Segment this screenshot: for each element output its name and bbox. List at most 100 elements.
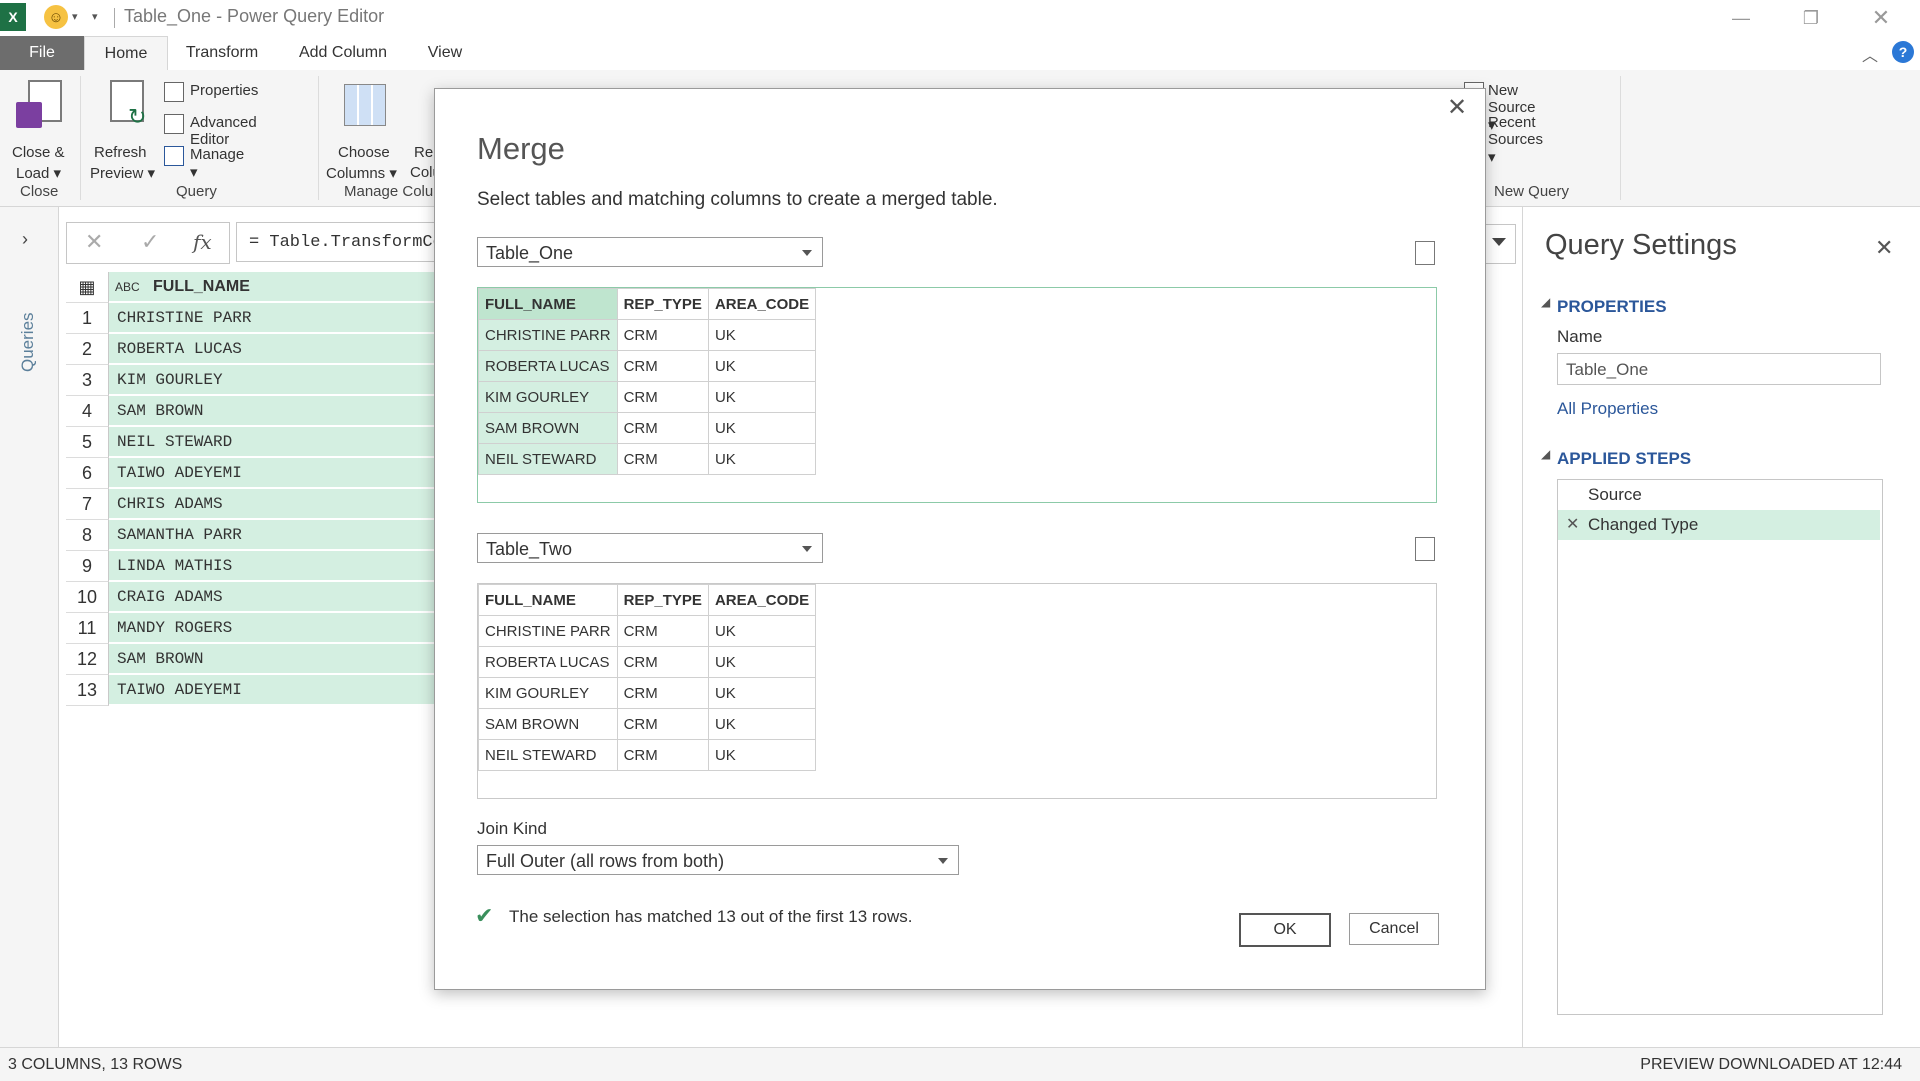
text-type-icon[interactable]: ABC	[115, 272, 140, 302]
tab-transform[interactable]: Transform	[176, 36, 268, 70]
expand-queries-icon[interactable]: ›	[22, 229, 28, 250]
quick-access-customize-icon[interactable]: ▾	[92, 10, 98, 23]
preview-cell[interactable]: UK	[707, 708, 817, 740]
preview-column-header[interactable]: FULL_NAME	[478, 288, 618, 320]
smiley-dropdown-icon[interactable]: ▾	[72, 10, 78, 23]
step-source[interactable]: Source	[1558, 480, 1880, 510]
cell-full-name[interactable]: SAM BROWN	[109, 644, 489, 674]
cell-full-name[interactable]: TAIWO ADEYEMI	[109, 458, 489, 488]
collapse-applied-steps-icon[interactable]: ◢	[1541, 447, 1550, 461]
preview-cell[interactable]: UK	[707, 381, 817, 413]
table-row[interactable]: 6 TAIWO ADEYEMI	[66, 458, 489, 489]
preview-column-header[interactable]: AREA_CODE	[707, 288, 817, 320]
tab-view[interactable]: View	[418, 36, 472, 70]
preview-cell[interactable]: CRM	[616, 381, 709, 413]
preview-cell[interactable]: UK	[707, 677, 817, 709]
preview-cell[interactable]: CRM	[616, 443, 709, 475]
tab-file[interactable]: File	[0, 36, 84, 70]
cell-full-name[interactable]: CRAIG ADAMS	[109, 582, 489, 612]
remove-columns-button[interactable]: Re Colu	[410, 80, 434, 180]
close-query-settings-icon[interactable]: ✕	[1875, 235, 1893, 261]
cell-full-name[interactable]: CHRIS ADAMS	[109, 489, 489, 519]
collapse-properties-icon[interactable]: ◢	[1541, 295, 1550, 309]
queries-pane-label[interactable]: Queries	[18, 312, 38, 372]
cell-full-name[interactable]: LINDA MATHIS	[109, 551, 489, 581]
minimize-icon[interactable]: —	[1718, 4, 1764, 32]
confirm-formula-icon[interactable]: ✓	[141, 229, 159, 255]
refresh-preview-button[interactable]: ↻ Refresh Preview ▾	[88, 80, 168, 182]
preview-cell[interactable]: SAM BROWN	[478, 412, 618, 444]
preview-cell[interactable]: SAM BROWN	[478, 708, 618, 740]
table-row[interactable]: 4 SAM BROWN	[66, 396, 489, 427]
preview-column-header[interactable]: FULL_NAME	[478, 584, 618, 616]
table-menu-icon[interactable]: ▦	[66, 272, 109, 303]
cell-full-name[interactable]: MANDY ROGERS	[109, 613, 489, 643]
table-row[interactable]: 10 CRAIG ADAMS	[66, 582, 489, 613]
cell-full-name[interactable]: SAMANTHA PARR	[109, 520, 489, 550]
close-dialog-icon[interactable]: ✕	[1447, 93, 1467, 122]
preview-cell[interactable]: KIM GOURLEY	[478, 677, 618, 709]
preview-column-header[interactable]: AREA_CODE	[707, 584, 817, 616]
preview-column-header[interactable]: REP_TYPE	[616, 584, 709, 616]
table-row[interactable]: 3 KIM GOURLEY	[66, 365, 489, 396]
smiley-feedback-icon[interactable]: ☺	[44, 5, 68, 29]
formula-input[interactable]: = Table.TransformCo	[236, 222, 446, 262]
preview-cell[interactable]: UK	[707, 350, 817, 382]
collapse-ribbon-icon[interactable]: ︿	[1862, 42, 1878, 66]
preview-cell[interactable]: CHRISTINE PARR	[478, 319, 618, 351]
preview-cell[interactable]: CRM	[616, 677, 709, 709]
preview-cell[interactable]: NEIL STEWARD	[478, 739, 618, 771]
preview-cell[interactable]: UK	[707, 646, 817, 678]
table-row[interactable]: 7 CHRIS ADAMS	[66, 489, 489, 520]
all-properties-link[interactable]: All Properties	[1557, 399, 1658, 419]
preview-cell[interactable]: UK	[707, 615, 817, 647]
preview-cell[interactable]: CRM	[616, 350, 709, 382]
cell-full-name[interactable]: NEIL STEWARD	[109, 427, 489, 457]
step-changed-type[interactable]: ✕ Changed Type	[1558, 510, 1880, 540]
preview-cell[interactable]: KIM GOURLEY	[478, 381, 618, 413]
tab-add-column[interactable]: Add Column	[290, 36, 396, 70]
column-header-full-name[interactable]: ABC FULL_NAME	[109, 272, 489, 302]
cell-full-name[interactable]: SAM BROWN	[109, 396, 489, 426]
preview-cell[interactable]: CRM	[616, 319, 709, 351]
preview-cell[interactable]: UK	[707, 412, 817, 444]
table-row[interactable]: 1 CHRISTINE PARR	[66, 303, 489, 334]
restore-icon[interactable]: ❐	[1788, 4, 1834, 32]
cell-full-name[interactable]: TAIWO ADEYEMI	[109, 675, 489, 705]
table-one-select[interactable]: Table_One	[477, 237, 823, 267]
fx-icon[interactable]: fx	[193, 230, 212, 254]
preview-cell[interactable]: UK	[707, 739, 817, 771]
preview-cell[interactable]: CRM	[616, 615, 709, 647]
preview-cell[interactable]: CRM	[616, 646, 709, 678]
tab-home[interactable]: Home	[84, 36, 168, 71]
table-row[interactable]: 11 MANDY ROGERS	[66, 613, 489, 644]
join-kind-select[interactable]: Full Outer (all rows from both)	[477, 845, 959, 875]
cancel-formula-icon[interactable]: ✕	[85, 229, 103, 255]
preview-cell[interactable]: CRM	[616, 739, 709, 771]
table-row[interactable]: 13 TAIWO ADEYEMI	[66, 675, 489, 706]
refresh-preview-icon[interactable]	[1415, 537, 1435, 561]
preview-cell[interactable]: ROBERTA LUCAS	[478, 646, 618, 678]
preview-cell[interactable]: CRM	[616, 412, 709, 444]
cell-full-name[interactable]: CHRISTINE PARR	[109, 303, 489, 333]
table-row[interactable]: 12 SAM BROWN	[66, 644, 489, 675]
preview-cell[interactable]: UK	[707, 443, 817, 475]
refresh-preview-icon[interactable]	[1415, 241, 1435, 265]
help-icon[interactable]: ?	[1892, 41, 1914, 63]
table-row[interactable]: 5 NEIL STEWARD	[66, 427, 489, 458]
table-row[interactable]: 8 SAMANTHA PARR	[66, 520, 489, 551]
query-name-input[interactable]: Table_One	[1557, 353, 1881, 385]
preview-cell[interactable]: UK	[707, 319, 817, 351]
preview-column-header[interactable]: REP_TYPE	[616, 288, 709, 320]
choose-columns-button[interactable]: Choose Columns ▾	[324, 80, 404, 182]
preview-cell[interactable]: CHRISTINE PARR	[478, 615, 618, 647]
table-two-select[interactable]: Table_Two	[477, 533, 823, 563]
delete-step-icon[interactable]: ✕	[1566, 510, 1579, 540]
close-window-icon[interactable]: ✕	[1858, 4, 1904, 32]
cancel-button[interactable]: Cancel	[1349, 913, 1439, 945]
preview-cell[interactable]: CRM	[616, 708, 709, 740]
table-row[interactable]: 2 ROBERTA LUCAS	[66, 334, 489, 365]
preview-cell[interactable]: ROBERTA LUCAS	[478, 350, 618, 382]
cell-full-name[interactable]: ROBERTA LUCAS	[109, 334, 489, 364]
ok-button[interactable]: OK	[1239, 913, 1331, 947]
